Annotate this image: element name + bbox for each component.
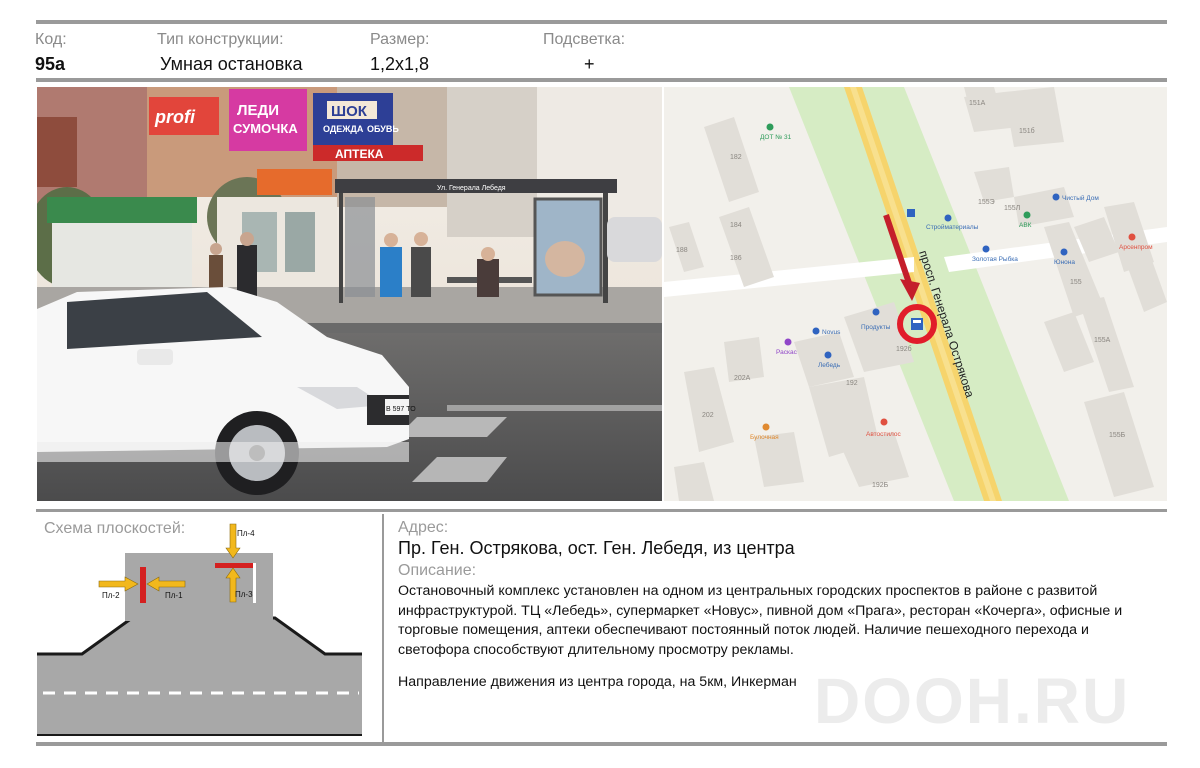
car-plate: В 597 ТО <box>386 406 416 413</box>
poi-label: Арсенпром <box>1119 244 1153 251</box>
plane-label: Пл-1 <box>165 591 183 600</box>
poi-label: Чистый Дом <box>1062 194 1099 202</box>
parked-car <box>607 217 662 262</box>
ad-sign <box>229 89 307 151</box>
stop-name: Ул. Генерала Лебедя <box>437 184 506 192</box>
code-value: 95а <box>35 54 66 74</box>
svg-text:155: 155 <box>1070 279 1082 286</box>
poi-label: Булочная <box>750 434 779 441</box>
road-shape <box>37 618 362 736</box>
person <box>380 247 402 297</box>
top-rule <box>36 20 1167 24</box>
svg-text:155Л: 155Л <box>1004 205 1021 212</box>
middle-rule <box>36 509 1167 512</box>
svg-text:155Б: 155Б <box>1109 432 1126 439</box>
poi-label: Автостилос <box>866 431 902 438</box>
ad-sign-text: АПТЕКА <box>335 147 384 161</box>
size-value: 1,2х1,8 <box>370 54 430 74</box>
poi-icon[interactable] <box>824 351 832 359</box>
type-label: Тип конструкции: <box>157 31 284 48</box>
shop-sign <box>257 169 332 195</box>
svg-text:202: 202 <box>702 412 714 419</box>
header-rule <box>36 78 1167 82</box>
size-label: Размер: <box>370 31 430 48</box>
ad-sign-text: ОДЕЖДА <box>323 124 364 134</box>
description-text: Остановочный комплекс установлен на одно… <box>398 583 1123 658</box>
svg-text:202А: 202А <box>734 375 751 382</box>
poi-label: Novus <box>822 329 841 336</box>
plane-label: Пл-3 <box>235 590 253 599</box>
scheme-diagram: Пл-4 Пл-2 Пл-1 Пл-3 <box>37 514 380 740</box>
poi-icon[interactable] <box>880 418 888 426</box>
panel-divider <box>382 514 384 742</box>
person <box>411 247 431 297</box>
poi-label: ДОТ № 31 <box>760 134 792 141</box>
svg-text:155А: 155А <box>1094 337 1111 344</box>
ad-sign-text: СУМОЧКА <box>233 121 298 136</box>
plane-4 <box>215 563 253 568</box>
person <box>477 259 499 297</box>
description-label: Описание: <box>398 562 477 579</box>
code-label: Код: <box>35 31 67 48</box>
poi-icon[interactable] <box>784 338 792 346</box>
poi-icon[interactable] <box>1128 233 1136 241</box>
svg-text:151б: 151б <box>1019 127 1035 135</box>
direction-text: Направление движения из центра города, н… <box>398 674 797 690</box>
person <box>237 245 257 297</box>
type-value: Умная остановка <box>160 54 303 74</box>
poi-icon[interactable] <box>982 245 990 253</box>
light-label: Подсветка: <box>543 31 626 48</box>
address-label: Адрес: <box>398 519 449 536</box>
svg-text:184: 184 <box>730 222 742 229</box>
light-value: + <box>584 54 595 74</box>
svg-text:151А: 151А <box>969 100 986 107</box>
building <box>447 87 537 237</box>
poi-icon[interactable] <box>1060 248 1068 256</box>
ad-sign-text: profi <box>154 107 196 127</box>
poi-label: Стройматериалы <box>926 223 979 231</box>
poi-label: Юнона <box>1054 259 1075 266</box>
kiosk <box>52 219 192 293</box>
location-map[interactable]: 151А 151б 182 184 186 188 155Э 155Л 155 … <box>664 87 1167 501</box>
poi-label: Продукты <box>861 324 891 331</box>
kiosk-roof <box>47 197 197 223</box>
ad-sign-text: ЛЕДИ <box>237 102 279 119</box>
poi-icon[interactable] <box>762 423 770 431</box>
poi-icon[interactable] <box>1052 193 1060 201</box>
address-value: Пр. Ген. Острякова, ост. Ген. Лебедя, из… <box>398 538 795 558</box>
poi-icon[interactable] <box>944 214 952 222</box>
svg-text:186: 186 <box>730 255 742 262</box>
poi-icon[interactable] <box>1023 211 1031 219</box>
poi-icon[interactable] <box>766 123 774 131</box>
watermark: DOOH.RU <box>814 665 1131 737</box>
ad-sign-text: ШОК <box>331 103 368 120</box>
svg-text:182: 182 <box>730 154 742 161</box>
poi-icon[interactable] <box>872 308 880 316</box>
bottom-rule <box>36 742 1167 746</box>
svg-text:155Э: 155Э <box>978 199 995 206</box>
location-photo: ЛЕДИ СУМОЧКА ШОК ОДЕЖДА ОБУВЬ АПТЕКА pro… <box>37 87 662 501</box>
svg-text:188: 188 <box>676 247 688 254</box>
poi-label: Раскас <box>776 349 798 356</box>
poi-label: Лебедь <box>818 361 841 369</box>
plane-label: Пл-4 <box>237 529 255 538</box>
svg-text:192Б: 192Б <box>872 482 889 489</box>
ad-sign-text: ОБУВЬ <box>367 124 399 134</box>
svg-text:192б: 192б <box>896 345 912 353</box>
plane-label: Пл-2 <box>102 591 120 600</box>
poi-label: Золотая Рыбка <box>972 255 1018 263</box>
poi-label: АВК <box>1019 222 1032 229</box>
poi-icon[interactable] <box>812 327 820 335</box>
bus-stop-icon[interactable] <box>907 209 915 217</box>
svg-text:192: 192 <box>846 380 858 387</box>
